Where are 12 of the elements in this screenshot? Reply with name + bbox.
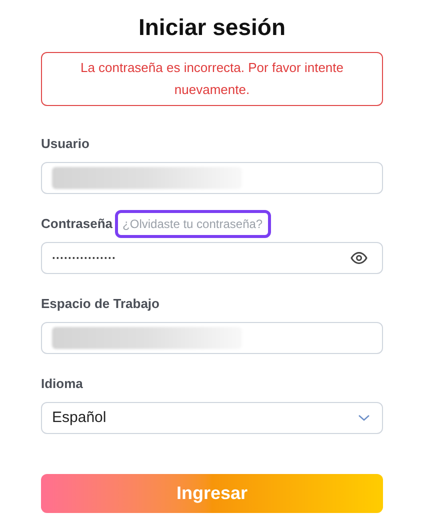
field-label: Usuario: [41, 135, 90, 154]
field-label: Espacio de Trabajo: [41, 295, 160, 314]
password-field[interactable]: ················: [41, 242, 383, 274]
eye-icon[interactable]: [350, 249, 368, 267]
field-label: Idioma: [41, 375, 83, 394]
input-field[interactable]: [41, 322, 383, 354]
input-field[interactable]: [41, 162, 383, 194]
error-message: La contraseña es incorrecta. Por favor intente nuevamente.: [41, 52, 383, 106]
chevron-down-icon: [358, 414, 370, 422]
page-title: Iniciar sesión: [137, 13, 286, 42]
field-label: Contraseña: [41, 215, 113, 234]
language-select[interactable]: Español: [41, 402, 383, 434]
